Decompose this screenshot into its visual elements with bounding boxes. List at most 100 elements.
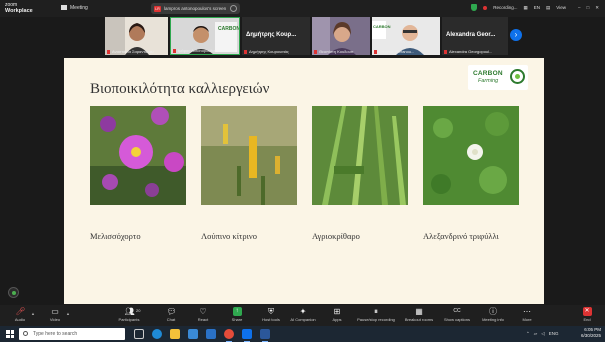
participant-tile[interactable]: CARBON Ιμάρος Antonopoulos (170, 17, 240, 55)
search-placeholder: Type here to search (33, 331, 78, 337)
grid-layout-icon[interactable]: ▦ (524, 5, 528, 11)
end-label: End (583, 317, 591, 322)
audio-options-caret-icon[interactable]: ▲ (31, 311, 35, 316)
camera-icon: ▭ (51, 307, 59, 316)
meeting-tab[interactable]: Meeting (61, 5, 88, 11)
participant-tile[interactable]: CARBON Στέργιος Stefanou... (372, 17, 440, 55)
logo-word-carbon: CARBON (473, 70, 503, 77)
recording-icon: ⏸ (374, 307, 378, 316)
clock[interactable]: 6:05 PM 6/30/2025 (581, 327, 601, 339)
recording-label[interactable]: Recording... (493, 5, 517, 10)
carbon-farming-logo: CARBON Farming (468, 65, 528, 90)
screen-share-indicator[interactable]: LR lampros antonopoulos's screen (151, 3, 240, 14)
network-icon[interactable]: ▱ (534, 331, 537, 337)
chevron-up-icon[interactable]: ⌃ (526, 331, 530, 337)
edge-icon[interactable] (152, 329, 162, 339)
view-options-icon[interactable] (230, 5, 237, 12)
encryption-shield-icon[interactable] (471, 4, 478, 11)
pause-stop-recording-button[interactable]: ⏸ Pause/stop recording (356, 307, 396, 325)
taskbar-search-input[interactable]: Type here to search (19, 328, 125, 340)
video-button[interactable]: ▭ Video (40, 307, 70, 325)
windows-start-icon[interactable] (6, 330, 14, 338)
meeting-info-label: Meeting info (482, 317, 504, 322)
photo-wild-barley (312, 106, 408, 205)
info-icon: ⓘ (489, 307, 497, 316)
search-icon (23, 331, 28, 336)
participant-tile[interactable]: Alexandra Geor... Alexandra Georgopoul..… (442, 17, 508, 55)
shield-icon: ⛨ (268, 307, 274, 316)
participant-display-name: Alexandra Geor... (446, 32, 496, 38)
white-clover-image (423, 106, 519, 205)
grid-icon: ▦ (415, 307, 423, 316)
apps-button[interactable]: ⊞ Apps (322, 307, 352, 325)
meeting-icon (61, 5, 67, 11)
heart-icon: ♡ (199, 307, 207, 316)
ai-companion-button[interactable]: ✦ AI Companion (288, 307, 318, 325)
end-meeting-button[interactable]: ✕ End (574, 307, 600, 325)
participant-tile[interactable]: Θεοπίστη Κουδουπ (312, 17, 370, 55)
breakout-rooms-button[interactable]: ▦ Breakout rooms (404, 307, 434, 325)
apps-label: Apps (332, 317, 342, 322)
windows-taskbar: Type here to search ⌃ ▱ ◁ ENG 6:05 PM 6/… (0, 326, 605, 342)
participants-icon: 👥︎ (124, 307, 135, 316)
view-icon[interactable]: ▤ (546, 5, 550, 11)
volume-icon[interactable]: ◁ (541, 331, 544, 337)
host-tools-button[interactable]: ⛨ Host tools (256, 307, 286, 325)
audio-button[interactable]: 🎤︎ Audio (5, 307, 35, 325)
cc-icon: CC (453, 308, 461, 314)
zoom-app-icon[interactable] (242, 329, 252, 342)
globe-icon (510, 69, 525, 84)
language-indicator[interactable]: EN (534, 5, 540, 10)
participant-name: Alexandra Georgopoul... (449, 49, 493, 54)
show-captions-label: Show captions (443, 317, 470, 322)
photo-white-clover (423, 106, 519, 205)
pink-flowers-image (90, 106, 186, 205)
participant-tile[interactable]: Αναστασία Σαραντάκου (105, 17, 168, 55)
meeting-info-button[interactable]: ⓘ Meeting info (478, 307, 508, 325)
participant-tile[interactable]: Δημήτρης Κουρ... Δημήτρης Κουρουσιάς (242, 17, 310, 55)
mail-icon[interactable] (206, 329, 216, 339)
task-view-icon[interactable] (134, 329, 144, 339)
mic-muted-icon (107, 50, 110, 54)
caption-yellow-lupine: Λούπινο κίτρινο (201, 231, 258, 241)
show-captions-button[interactable]: CC Show captions (442, 307, 472, 325)
photo-yellow-lupine (201, 106, 297, 205)
video-options-caret-icon[interactable]: ▲ (66, 311, 70, 316)
view-button[interactable]: View (556, 5, 566, 10)
participant-name: Δημήτρης Κουρουσιάς (249, 49, 289, 54)
mic-muted-icon (173, 49, 176, 53)
more-button[interactable]: ⋯ More (512, 307, 542, 325)
react-label: React (197, 317, 209, 322)
chat-button[interactable]: 💬︎ Chat (156, 307, 186, 325)
svg-text:CARBON: CARBON (373, 24, 391, 29)
close-button[interactable]: ✕ (595, 5, 599, 11)
ai-companion-label: AI Companion (290, 317, 316, 322)
mic-muted-icon (374, 50, 377, 54)
floating-reaction-icon[interactable] (8, 287, 19, 298)
zoom-workplace-logo: zoom Workplace (5, 2, 33, 14)
svg-text:CARBON: CARBON (218, 26, 240, 32)
maximize-button[interactable]: □ (587, 5, 590, 10)
store-icon[interactable] (188, 329, 198, 339)
react-button[interactable]: ♡ React (188, 307, 218, 325)
chrome-icon[interactable] (224, 329, 234, 342)
meeting-label: Meeting (70, 5, 88, 11)
recording-control-label: Pause/stop recording (357, 317, 395, 322)
host-tools-label: Host tools (262, 317, 280, 322)
language-indicator-taskbar[interactable]: ENG (549, 331, 559, 337)
gallery-next-button[interactable]: › (510, 29, 522, 41)
minimize-button[interactable]: – (578, 5, 581, 10)
file-explorer-icon[interactable] (170, 329, 180, 339)
chat-icon: 💬︎ (166, 307, 177, 316)
word-icon[interactable] (260, 329, 270, 342)
shared-screen-slide: Βιοποικιλότητα καλλιεργειών CARBON Farmi… (64, 58, 544, 304)
apps-icon: ⊞ (333, 307, 341, 316)
share-button[interactable]: ↑ Share (222, 307, 252, 325)
participant-name: Αναστασία Σαραντάκου (112, 49, 154, 54)
participants-count: 20 (136, 308, 141, 313)
participant-gallery: Αναστασία Σαραντάκου CARBON Ιμάρος Anton… (0, 17, 605, 56)
caption-white-clover: Αλεξανδρινό τριφύλλι (423, 231, 499, 241)
audio-label: Audio (14, 317, 26, 322)
sparkle-icon: ✦ (299, 307, 307, 316)
recording-dot-icon (483, 5, 488, 10)
